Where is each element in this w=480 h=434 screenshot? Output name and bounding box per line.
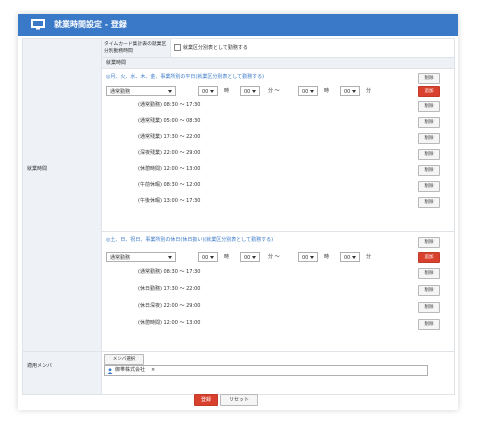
work-hours-label: 就業時間 — [27, 166, 48, 172]
page-title: 就業時間設定 - 登録 — [54, 20, 127, 29]
holiday-to-hour-value: 00 — [302, 255, 309, 261]
weekday-from-hour-select[interactable]: 00 — [198, 86, 218, 96]
holiday-from-hour-select[interactable]: 00 — [198, 252, 218, 262]
weekday-entry-text: (通常残業) 17:30 ～ 22:00 — [138, 134, 201, 140]
weekday-entry-delete-button[interactable]: 削除 — [418, 165, 440, 176]
weekday-add-button[interactable]: 追加 — [418, 86, 440, 97]
weekday-category-value: 通常勤務 — [110, 89, 131, 95]
holiday-hour-unit: 時 — [224, 254, 230, 260]
monitor-icon — [31, 19, 45, 30]
weekday-entry-text: (午前休暇) 08:30 ～ 12:00 — [138, 182, 201, 188]
weekday-to-min-value: 00 — [344, 89, 351, 95]
weekday-from-hour-value: 00 — [202, 89, 209, 95]
chevron-down-icon — [168, 256, 172, 259]
chevron-down-icon — [210, 90, 214, 93]
weekday-title: ◎月、火、水、木、金、事業所別の平日(就業区分別表として勤務する) — [106, 74, 265, 80]
chevron-down-icon — [252, 256, 256, 259]
weekday-category-select[interactable]: 通常勤務 — [106, 86, 176, 96]
member-select-button[interactable]: メンバ選択 — [104, 354, 144, 365]
holiday-to-min-value: 00 — [344, 255, 351, 261]
weekday-entry-text: (午後休暇) 13:00 ～ 17:30 — [138, 198, 201, 204]
timecard-checkbox[interactable] — [174, 44, 181, 51]
chevron-down-icon — [210, 256, 214, 259]
holiday-min-unit: 分 ～ — [268, 254, 280, 260]
holiday-from-min-value: 00 — [244, 255, 251, 261]
timecard-value-cell: 就業区分別表として勤務する — [170, 38, 455, 58]
reset-button[interactable]: リセット — [220, 394, 258, 406]
weekday-from-min-value: 00 — [244, 89, 251, 95]
holiday-entry-text: (休憩時間) 12:00 ～ 13:00 — [138, 320, 201, 326]
holiday-entry-delete-button[interactable]: 削除 — [418, 268, 440, 279]
submit-button[interactable]: 登録 — [194, 394, 218, 406]
weekday-hour2-unit: 時 — [324, 88, 330, 94]
chevron-down-icon — [352, 90, 356, 93]
chevron-down-icon — [252, 90, 256, 93]
member-remove-button[interactable]: × — [151, 366, 155, 375]
member-tag-label: 御帯株式会社 — [115, 367, 146, 373]
weekday-hour-unit: 時 — [224, 88, 230, 94]
holiday-delete-all-button[interactable]: 削除 — [418, 237, 440, 248]
holiday-from-min-select[interactable]: 00 — [240, 252, 260, 262]
timecard-option[interactable]: 就業区分別表として勤務する — [174, 44, 248, 51]
chevron-down-icon — [168, 90, 172, 93]
holiday-to-min-select[interactable]: 00 — [340, 252, 360, 262]
weekday-entry-text: (通常勤務) 08:30 ～ 17:30 — [138, 102, 201, 108]
holiday-to-hour-select[interactable]: 00 — [298, 252, 318, 262]
holiday-entry-delete-button[interactable]: 削除 — [418, 319, 440, 330]
timecard-label-cell: タイムカード集計表の就業区分別勤務時間 — [101, 38, 171, 58]
holiday-entry-text: (休日深夜) 22:00 ～ 29:00 — [138, 303, 201, 309]
holiday-min2-unit: 分 — [366, 254, 372, 260]
weekday-to-hour-value: 00 — [302, 89, 309, 95]
holiday-entry-text: (休日勤務) 17:30 ～ 22:00 — [138, 286, 201, 292]
weekday-entry-text: (休憩時間) 12:00 ～ 13:00 — [138, 166, 201, 172]
holiday-category-select[interactable]: 通常勤務 — [106, 252, 176, 262]
holiday-entry-delete-button[interactable]: 削除 — [418, 302, 440, 313]
holiday-block: ◎土、日、祝日、事業所別の休日(休日扱い)(就業区分別表として勤務する) 削除 … — [101, 231, 455, 352]
holiday-entry-text: (通常勤務) 08:30 ～ 17:30 — [138, 269, 201, 275]
weekday-entry-text: (通常残業) 05:00 ～ 08:30 — [138, 118, 201, 124]
settings-panel: 就業時間設定 - 登録 就業時間 タイムカード集計表の就業区分別勤務時間 就業区… — [18, 14, 458, 410]
person-icon — [107, 367, 113, 374]
weekday-min-unit: 分 ～ — [268, 88, 280, 94]
holiday-from-hour-value: 00 — [202, 255, 209, 261]
holiday-hour2-unit: 時 — [324, 254, 330, 260]
timecard-checkbox-label: 就業区分別表として勤務する — [183, 45, 248, 51]
weekday-min2-unit: 分 — [366, 88, 372, 94]
chevron-down-icon — [310, 90, 314, 93]
weekday-entry-delete-button[interactable]: 削除 — [418, 197, 440, 208]
chevron-down-icon — [310, 256, 314, 259]
holiday-add-button[interactable]: 追加 — [418, 252, 440, 263]
weekday-entry-delete-button[interactable]: 削除 — [418, 133, 440, 144]
member-list-box: 御帯株式会社 × — [104, 365, 428, 376]
weekday-entry-delete-button[interactable]: 削除 — [418, 117, 440, 128]
weekday-from-min-select[interactable]: 00 — [240, 86, 260, 96]
work-hours-label-cell: 就業時間 — [22, 38, 102, 352]
weekday-entry-delete-button[interactable]: 削除 — [418, 181, 440, 192]
weekday-to-min-select[interactable]: 00 — [340, 86, 360, 96]
members-value-cell: メンバ選択 御帯株式会社 × — [101, 351, 455, 395]
holiday-category-value: 通常勤務 — [110, 255, 131, 261]
weekday-entry-text: (深夜残業) 22:00 ～ 29:00 — [138, 150, 201, 156]
members-label-cell: 適用メンバ — [22, 351, 102, 395]
weekday-entry-delete-button[interactable]: 削除 — [418, 101, 440, 112]
weekday-entry-delete-button[interactable]: 削除 — [418, 149, 440, 160]
holiday-entry-delete-button[interactable]: 削除 — [418, 285, 440, 296]
timecard-label: タイムカード集計表の就業区分別勤務時間 — [104, 42, 167, 54]
members-label: 適用メンバ — [27, 363, 53, 369]
holiday-title: ◎土、日、祝日、事業所別の休日(休日扱い)(就業区分別表として勤務する) — [106, 237, 274, 243]
weekday-block: ◎月、火、水、木、金、事業所別の平日(就業区分別表として勤務する) 削除 通常勤… — [101, 68, 455, 232]
weekday-delete-all-button[interactable]: 削除 — [418, 73, 440, 84]
page-header: 就業時間設定 - 登録 — [18, 14, 458, 36]
weekday-to-hour-select[interactable]: 00 — [298, 86, 318, 96]
section-work-hours-label: 就業時間 — [106, 60, 127, 66]
chevron-down-icon — [352, 256, 356, 259]
